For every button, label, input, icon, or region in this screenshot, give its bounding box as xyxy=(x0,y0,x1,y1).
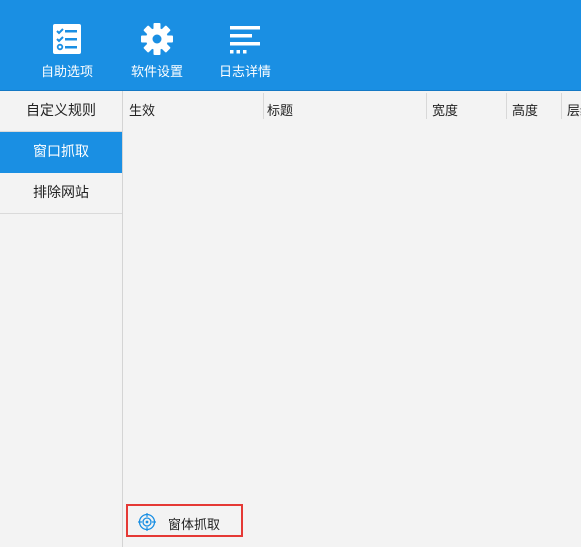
crosshair-target-icon xyxy=(138,513,156,531)
column-header-width[interactable]: 宽度 xyxy=(432,100,458,119)
checklist-icon xyxy=(53,24,81,54)
log-details-button[interactable]: 日志详情 xyxy=(200,0,290,90)
window-capture-label: 窗体抓取 xyxy=(168,518,221,533)
sidebar-item-custom-rules[interactable]: 自定义规则 xyxy=(0,91,122,132)
column-divider[interactable] xyxy=(426,93,427,119)
column-header-enabled[interactable]: 生效 xyxy=(129,100,155,119)
toolbar-button-label: 日志详情 xyxy=(218,65,271,80)
window-capture-panel: 生效 标题 宽度 高度 层级 xyxy=(123,91,581,547)
app-window: 自助选项 软件设置 日志详情 自定义规则 窗口抓取 排除网站 生效 标题 宽度 … xyxy=(0,0,581,547)
column-divider[interactable] xyxy=(561,93,562,119)
top-toolbar: 自助选项 软件设置 日志详情 xyxy=(0,0,581,91)
column-divider[interactable] xyxy=(506,93,507,119)
table-header: 生效 标题 宽度 高度 层级 xyxy=(123,91,581,123)
column-header-title[interactable]: 标题 xyxy=(267,100,293,119)
column-divider[interactable] xyxy=(263,93,264,119)
window-capture-button[interactable]: 窗体抓取 xyxy=(126,504,243,537)
log-lines-icon xyxy=(230,26,260,54)
capture-table-body[interactable] xyxy=(123,123,581,493)
gear-icon xyxy=(141,23,173,55)
column-header-level[interactable]: 层级 xyxy=(567,100,581,119)
toolbar-button-label: 自助选项 xyxy=(40,65,93,80)
column-header-height[interactable]: 高度 xyxy=(512,100,538,119)
toolbar-button-label: 软件设置 xyxy=(130,65,183,80)
self-help-options-button[interactable]: 自助选项 xyxy=(22,0,112,90)
sidebar: 自定义规则 窗口抓取 排除网站 xyxy=(0,91,123,547)
sidebar-item-exclude-sites[interactable]: 排除网站 xyxy=(0,173,122,214)
sidebar-item-window-capture[interactable]: 窗口抓取 xyxy=(0,132,122,173)
software-settings-button[interactable]: 软件设置 xyxy=(112,0,202,90)
